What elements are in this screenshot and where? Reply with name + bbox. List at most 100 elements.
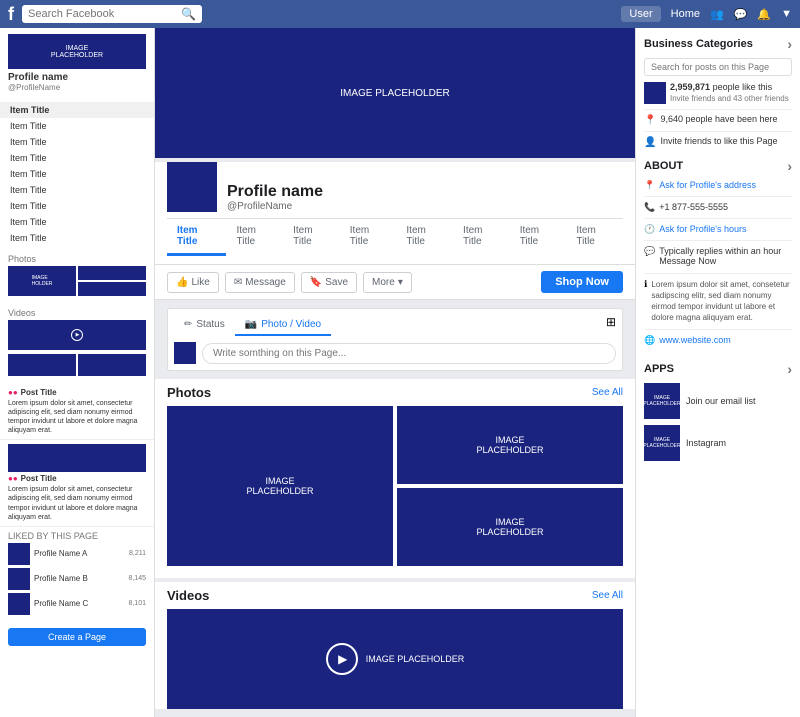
- sidebar-video-thumbnail[interactable]: [8, 320, 146, 350]
- nav-user-button[interactable]: User: [621, 6, 660, 22]
- profile-nav-item-5[interactable]: Item Title: [453, 219, 510, 256]
- photo-video-label: Photo / Video: [261, 319, 321, 330]
- feed-text-1: Lorem ipsum dolor sit amet, consectetur …: [8, 485, 146, 521]
- search-input[interactable]: [28, 8, 181, 20]
- more-button[interactable]: More ▾: [363, 272, 412, 293]
- nav-chat-icon[interactable]: 💬: [734, 8, 748, 21]
- status-icon: ✏: [184, 319, 192, 330]
- composer-status-tab[interactable]: ✏ Status: [174, 315, 235, 336]
- center-content: IMAGE PLACEHOLDER Profile name @ProfileN…: [155, 28, 635, 717]
- nav-right: User Home 👥 💬 🔔 ▼: [621, 6, 792, 22]
- composer-input[interactable]: [202, 343, 616, 364]
- video-placeholder-text: IMAGE PLACEHOLDER: [366, 654, 465, 664]
- biz-categories-more-icon[interactable]: ›: [787, 36, 792, 52]
- photos-grid: IMAGEPLACEHOLDER IMAGEPLACEHOLDER IMAGEP…: [155, 406, 635, 578]
- sidebar-photos-section: Photos IMAGEHOLDER: [0, 250, 154, 304]
- photos-see-all[interactable]: See All: [592, 387, 623, 398]
- message-label: Message: [245, 277, 286, 288]
- people-label: people like this: [713, 82, 773, 92]
- like-thumb-1: [8, 568, 30, 590]
- about-address-link[interactable]: Ask for Profile's address: [659, 180, 756, 190]
- photo-column-right: IMAGEPLACEHOLDER IMAGEPLACEHOLDER: [397, 406, 623, 566]
- shop-now-button[interactable]: Shop Now: [541, 271, 623, 293]
- nav-more-icon[interactable]: ▼: [781, 8, 792, 20]
- nav-friends-icon[interactable]: 👥: [710, 8, 724, 21]
- sidebar-nav-item-5[interactable]: Item Title: [0, 182, 154, 198]
- info-icon: ℹ: [644, 279, 647, 290]
- about-website-link[interactable]: www.website.com: [659, 335, 731, 345]
- nav-notifications-icon[interactable]: 🔔: [757, 8, 771, 21]
- photo-icon: 📷: [245, 319, 257, 330]
- app-label-1[interactable]: Instagram: [686, 438, 726, 448]
- message-now-link[interactable]: Message Now: [659, 256, 781, 268]
- profile-nav-item-6[interactable]: Item Title: [510, 219, 567, 256]
- sidebar-cover-thumbnail: IMAGE PLACEHOLDER: [8, 34, 146, 69]
- about-phone: 📞 +1 877-555-5555: [644, 202, 792, 219]
- photos-title: Photos: [167, 385, 211, 400]
- sidebar-nav-item-7[interactable]: Item Title: [0, 214, 154, 230]
- sidebar-nav-item-6[interactable]: Item Title: [0, 198, 154, 214]
- photo-top-right: IMAGEPLACEHOLDER: [397, 406, 623, 484]
- sidebar-nav-items: Item Title Item Title Item Title Item Ti…: [0, 98, 154, 250]
- message-button[interactable]: ✉ Message: [225, 272, 295, 293]
- sidebar-feed-item-1: ●● Post Title Lorem ipsum dolor sit amet…: [0, 440, 154, 526]
- about-desc: ℹ Lorem ipsum dolor sit amet, consetetur…: [644, 279, 792, 330]
- top-nav: f 🔍 User Home 👥 💬 🔔 ▼: [0, 0, 800, 28]
- save-button[interactable]: 🔖 Save: [301, 272, 357, 293]
- like-count-2: 8,101: [128, 600, 146, 607]
- sidebar-nav-item-0[interactable]: Item Title: [0, 102, 154, 118]
- people-sub-text: Invite friends and 43 other friends: [670, 94, 789, 104]
- app-label-0[interactable]: Join our email list: [686, 396, 756, 406]
- composer-input-row: [174, 342, 616, 364]
- liked-by-label: LIKED BY THIS PAGE: [8, 531, 146, 541]
- nav-home-link[interactable]: Home: [671, 8, 700, 20]
- like-button[interactable]: 👍 Like: [167, 272, 219, 293]
- sidebar-play-button[interactable]: [71, 329, 83, 341]
- about-more-icon[interactable]: ›: [787, 158, 792, 174]
- sidebar-photo-1: IMAGEHOLDER: [8, 266, 76, 296]
- profile-nav: Item Title Item Title Item Title Item Ti…: [167, 218, 623, 256]
- cover-photo: IMAGE PLACEHOLDER: [155, 28, 635, 158]
- apps-more-icon[interactable]: ›: [787, 361, 792, 377]
- create-page-button[interactable]: Create a Page: [8, 628, 146, 646]
- like-name-1: Profile Name B: [34, 574, 88, 583]
- profile-nav-item-3[interactable]: Item Title: [340, 219, 397, 256]
- sidebar-nav-item-8[interactable]: Item Title: [0, 230, 154, 246]
- video-placeholder[interactable]: IMAGE PLACEHOLDER: [167, 609, 623, 709]
- app-thumb-text-1: IMAGE PLACEHOLDER: [643, 437, 680, 449]
- search-bar[interactable]: 🔍: [22, 5, 202, 23]
- sidebar-nav-item-3[interactable]: Item Title: [0, 150, 154, 166]
- composer-options-icon[interactable]: ⊞: [606, 315, 616, 336]
- cover-placeholder-text: IMAGE PLACEHOLDER: [340, 88, 449, 99]
- sidebar-like-1: Profile Name B 8,145: [8, 568, 146, 590]
- profile-nav-item-0[interactable]: Item Title: [167, 219, 226, 256]
- invite-row: 👤 Invite friends to like this Page: [644, 131, 792, 148]
- about-title: ABOUT ›: [644, 158, 792, 174]
- profile-name-block: Profile name @ProfileName: [227, 183, 323, 212]
- profile-nav-item-7[interactable]: Item Title: [566, 219, 623, 256]
- been-here-row: 📍 9,640 people have been here: [644, 109, 792, 126]
- sidebar-nav-item-1[interactable]: Item Title: [0, 118, 154, 134]
- like-count-0: 8,211: [129, 550, 146, 557]
- composer-photo-video-tab[interactable]: 📷 Photo / Video: [235, 315, 331, 336]
- videos-see-all[interactable]: See All: [592, 590, 623, 601]
- search-icon: 🔍: [181, 7, 196, 21]
- right-sidebar: Business Categories › 2,959,871 people l…: [635, 28, 800, 717]
- profile-nav-item-4[interactable]: Item Title: [396, 219, 453, 256]
- sidebar-photos-grid-right: [78, 266, 146, 296]
- feed-title-1: Post Title: [21, 474, 57, 483]
- biz-categories-search[interactable]: [644, 58, 792, 76]
- profile-area: Profile name @ProfileName Item Title Ite…: [155, 162, 635, 265]
- about-hours-link[interactable]: Ask for Profile's hours: [659, 224, 746, 234]
- photo-bottom-right: IMAGEPLACEHOLDER: [397, 488, 623, 566]
- sidebar-nav-item-2[interactable]: Item Title: [0, 134, 154, 150]
- photo-large: IMAGEPLACEHOLDER: [167, 406, 393, 566]
- facebook-logo: f: [8, 4, 14, 25]
- video-play-button[interactable]: [326, 643, 358, 675]
- profile-nav-item-2[interactable]: Item Title: [283, 219, 340, 256]
- sidebar-profile-name: Profile name: [8, 72, 146, 83]
- sidebar-feed-item-0: ●● Post Title Lorem ipsum dolor sit amet…: [0, 384, 154, 440]
- app-thumbnail-0: IMAGE PLACEHOLDER: [644, 383, 680, 419]
- profile-nav-item-1[interactable]: Item Title: [226, 219, 283, 256]
- sidebar-nav-item-4[interactable]: Item Title: [0, 166, 154, 182]
